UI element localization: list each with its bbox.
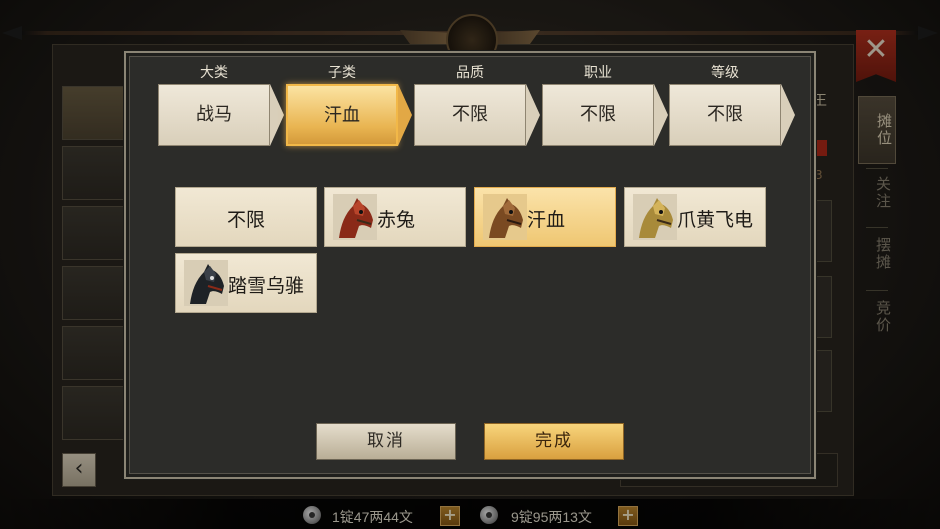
filter-label-category: 大类 bbox=[200, 65, 228, 81]
option-unlimited[interactable]: 不限 bbox=[175, 187, 317, 247]
confirm-button[interactable]: 完成 bbox=[484, 423, 624, 460]
option-chitu[interactable]: 赤兔 bbox=[324, 187, 466, 247]
chevron-right-icon bbox=[398, 84, 412, 146]
filter-quality-button[interactable]: 不限 bbox=[414, 84, 526, 146]
filter-label-level: 等级 bbox=[711, 65, 739, 81]
option-zhuahuang-feidian[interactable]: 爪黄飞电 bbox=[624, 187, 766, 247]
option-label: 不限 bbox=[226, 209, 265, 231]
filter-label-profession: 职业 bbox=[584, 65, 612, 81]
filter-subcategory-button[interactable]: 汗血 bbox=[286, 84, 398, 146]
filter-label-quality: 品质 bbox=[456, 65, 484, 81]
chevron-right-icon bbox=[654, 84, 668, 146]
chevron-right-icon bbox=[526, 84, 540, 146]
filter-label-subcategory: 子类 bbox=[328, 65, 356, 81]
black-horse-icon bbox=[184, 260, 228, 306]
option-hanxue[interactable]: 汗血 bbox=[474, 187, 616, 247]
option-label: 爪黄飞电 bbox=[677, 209, 754, 231]
brown-horse-icon bbox=[483, 194, 527, 240]
filter-profession-button[interactable]: 不限 bbox=[542, 84, 654, 146]
option-label: 踏雪乌骓 bbox=[228, 275, 305, 297]
option-label: 赤兔 bbox=[377, 209, 416, 231]
chevron-right-icon bbox=[781, 84, 795, 146]
option-taxue-wuzhui[interactable]: 踏雪乌骓 bbox=[175, 253, 317, 313]
filter-level-button[interactable]: 不限 bbox=[669, 84, 781, 146]
option-label: 汗血 bbox=[527, 209, 566, 231]
filter-category-button[interactable]: 战马 bbox=[158, 84, 270, 146]
red-horse-icon bbox=[333, 194, 377, 240]
golden-horse-icon bbox=[633, 194, 677, 240]
chevron-right-icon bbox=[270, 84, 284, 146]
cancel-button[interactable]: 取消 bbox=[316, 423, 456, 460]
